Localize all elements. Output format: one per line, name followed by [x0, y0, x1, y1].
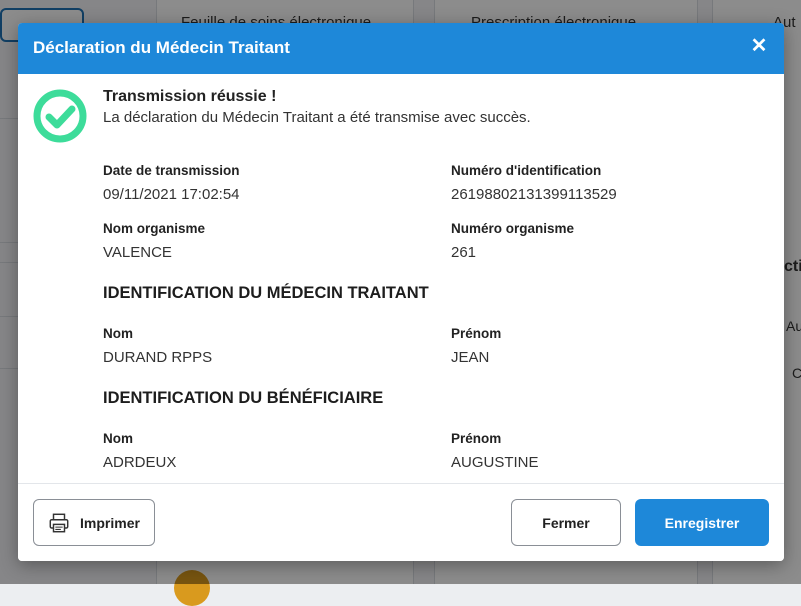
close-button[interactable]: Fermer — [511, 499, 621, 546]
save-button[interactable]: Enregistrer — [635, 499, 769, 546]
modal-body: Transmission réussie ! La déclaration du… — [18, 74, 784, 483]
doctor-first-name-value: JEAN — [451, 349, 490, 366]
success-title: Transmission réussie ! — [103, 88, 277, 105]
doctor-section-title: IDENTIFICATION DU MÉDECIN TRAITANT — [103, 284, 429, 302]
modal-header: Déclaration du Médecin Traitant ✕ — [18, 23, 784, 74]
beneficiary-last-name-label: Nom — [103, 431, 133, 446]
success-message: La déclaration du Médecin Traitant a été… — [103, 109, 531, 126]
transmission-date-label: Date de transmission — [103, 163, 240, 178]
doctor-first-name-label: Prénom — [451, 326, 502, 341]
close-icon[interactable]: ✕ — [748, 35, 770, 57]
modal-title: Déclaration du Médecin Traitant — [33, 38, 290, 57]
beneficiary-first-name-value: AUGUSTINE — [451, 454, 539, 471]
organization-number-label: Numéro organisme — [451, 221, 575, 236]
identification-number-label: Numéro d'identification — [451, 163, 602, 178]
print-button[interactable]: Imprimer — [33, 499, 155, 546]
transmission-date-value: 09/11/2021 17:02:54 — [103, 186, 240, 203]
beneficiary-section-title: IDENTIFICATION DU BÉNÉFICIAIRE — [103, 389, 384, 407]
organization-name-value: VALENCE — [103, 244, 172, 261]
print-button-label: Imprimer — [80, 514, 140, 531]
beneficiary-last-name-value: ADRDEUX — [103, 454, 177, 471]
beneficiary-first-name-label: Prénom — [451, 431, 502, 446]
organization-number-value: 261 — [451, 244, 477, 261]
doctor-last-name-label: Nom — [103, 326, 133, 341]
check-circle-icon — [33, 89, 87, 143]
declaration-modal: Déclaration du Médecin Traitant ✕ Transm… — [18, 23, 784, 561]
identification-number-value: 26198802131399113529 — [451, 186, 617, 203]
organization-name-label: Nom organisme — [103, 221, 206, 236]
doctor-last-name-value: DURAND RPPS — [103, 349, 213, 366]
modal-footer: Imprimer Fermer Enregistrer — [18, 483, 784, 561]
printer-icon — [49, 513, 69, 532]
